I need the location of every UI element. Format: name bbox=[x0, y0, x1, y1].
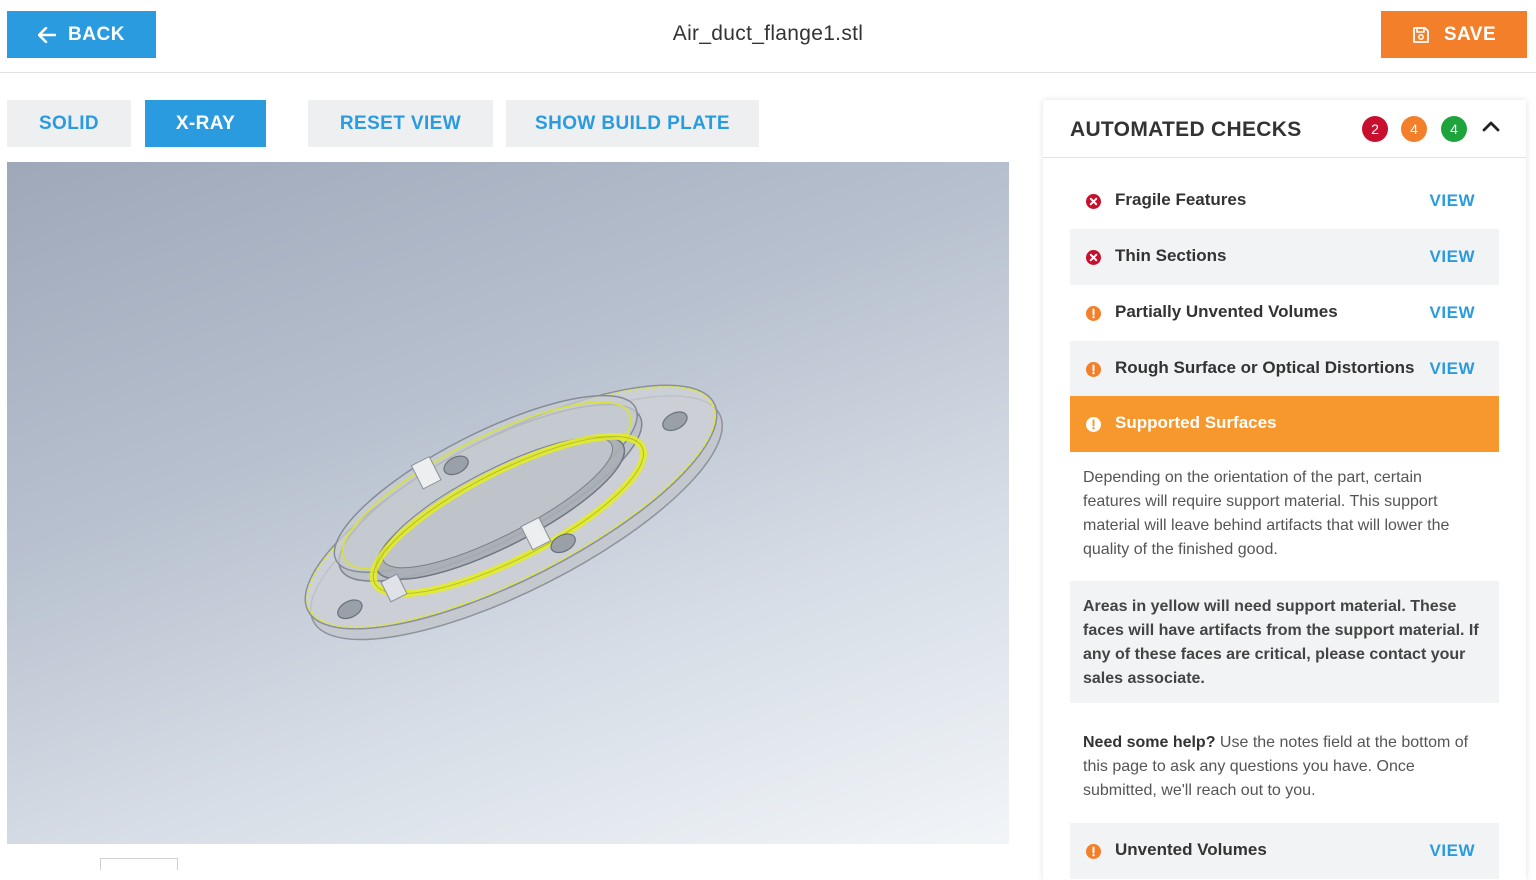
file-name-title: Air_duct_flange1.stl bbox=[672, 22, 864, 45]
support-material-note-text: Areas in yellow will need support materi… bbox=[1083, 598, 1479, 687]
automated-checks-panel: AUTOMATED CHECKS 2 4 4 Fragile Features … bbox=[1043, 100, 1526, 880]
save-button-label: SAVE bbox=[1443, 23, 1497, 45]
check-row-thin-sections[interactable]: Thin Sections VIEW bbox=[1070, 229, 1499, 285]
help-heading: Need some help? bbox=[1083, 734, 1216, 751]
xray-view-button[interactable]: X-RAY bbox=[145, 100, 266, 147]
save-button[interactable]: SAVE bbox=[1381, 11, 1527, 58]
check-label: Supported Surfaces bbox=[1115, 413, 1277, 432]
floppy-disk-icon bbox=[1412, 26, 1429, 43]
warning-exclamation-icon bbox=[1086, 362, 1101, 377]
check-row-partially-unvented-volumes[interactable]: Partially Unvented Volumes VIEW bbox=[1070, 285, 1499, 341]
check-row-unvented-volumes[interactable]: Unvented Volumes VIEW bbox=[1070, 823, 1499, 879]
viewer-footer-tab bbox=[100, 858, 178, 870]
panel-header[interactable]: AUTOMATED CHECKS 2 4 4 bbox=[1043, 100, 1526, 158]
supported-surfaces-description: Depending on the orientation of the part… bbox=[1083, 469, 1450, 558]
check-row-rough-surface[interactable]: Rough Surface or Optical Distortions VIE… bbox=[1070, 341, 1499, 397]
support-material-note: Areas in yellow will need support materi… bbox=[1070, 581, 1499, 703]
error-x-icon bbox=[1086, 194, 1101, 209]
check-label: Thin Sections bbox=[1115, 246, 1227, 265]
show-build-plate-button[interactable]: SHOW BUILD PLATE bbox=[506, 100, 759, 147]
view-fragile-features-link[interactable]: VIEW bbox=[1430, 191, 1475, 211]
model-viewer-canvas[interactable] bbox=[7, 162, 1009, 844]
view-rough-surface-link[interactable]: VIEW bbox=[1430, 359, 1475, 379]
warning-exclamation-icon bbox=[1086, 417, 1101, 432]
reset-view-button[interactable]: RESET VIEW bbox=[308, 100, 493, 147]
view-thin-sections-link[interactable]: VIEW bbox=[1430, 247, 1475, 267]
warning-count-badge: 4 bbox=[1401, 116, 1427, 142]
check-label: Rough Surface or Optical Distortions bbox=[1115, 358, 1415, 377]
panel-title: AUTOMATED CHECKS bbox=[1070, 118, 1302, 141]
check-label: Fragile Features bbox=[1115, 190, 1247, 209]
check-label: Partially Unvented Volumes bbox=[1115, 302, 1338, 321]
error-x-icon bbox=[1086, 250, 1101, 265]
warning-exclamation-icon bbox=[1086, 306, 1101, 321]
check-label: Unvented Volumes bbox=[1115, 840, 1267, 859]
app-header: BACK Air_duct_flange1.stl SAVE bbox=[0, 0, 1536, 73]
flange-3d-model bbox=[304, 384, 723, 641]
help-text: Need some help? Use the notes field at t… bbox=[1083, 731, 1483, 803]
view-unvented-volumes-link[interactable]: VIEW bbox=[1430, 841, 1475, 861]
check-row-supported-surfaces[interactable]: Supported Surfaces bbox=[1070, 396, 1499, 452]
check-row-fragile-features[interactable]: Fragile Features VIEW bbox=[1070, 173, 1499, 229]
view-partially-unvented-volumes-link[interactable]: VIEW bbox=[1430, 303, 1475, 323]
chevron-up-icon[interactable] bbox=[1479, 114, 1503, 138]
warning-exclamation-icon bbox=[1086, 844, 1101, 859]
error-count-badge: 2 bbox=[1362, 116, 1388, 142]
passed-count-badge: 4 bbox=[1441, 116, 1467, 142]
solid-view-button[interactable]: SOLID bbox=[7, 100, 131, 147]
